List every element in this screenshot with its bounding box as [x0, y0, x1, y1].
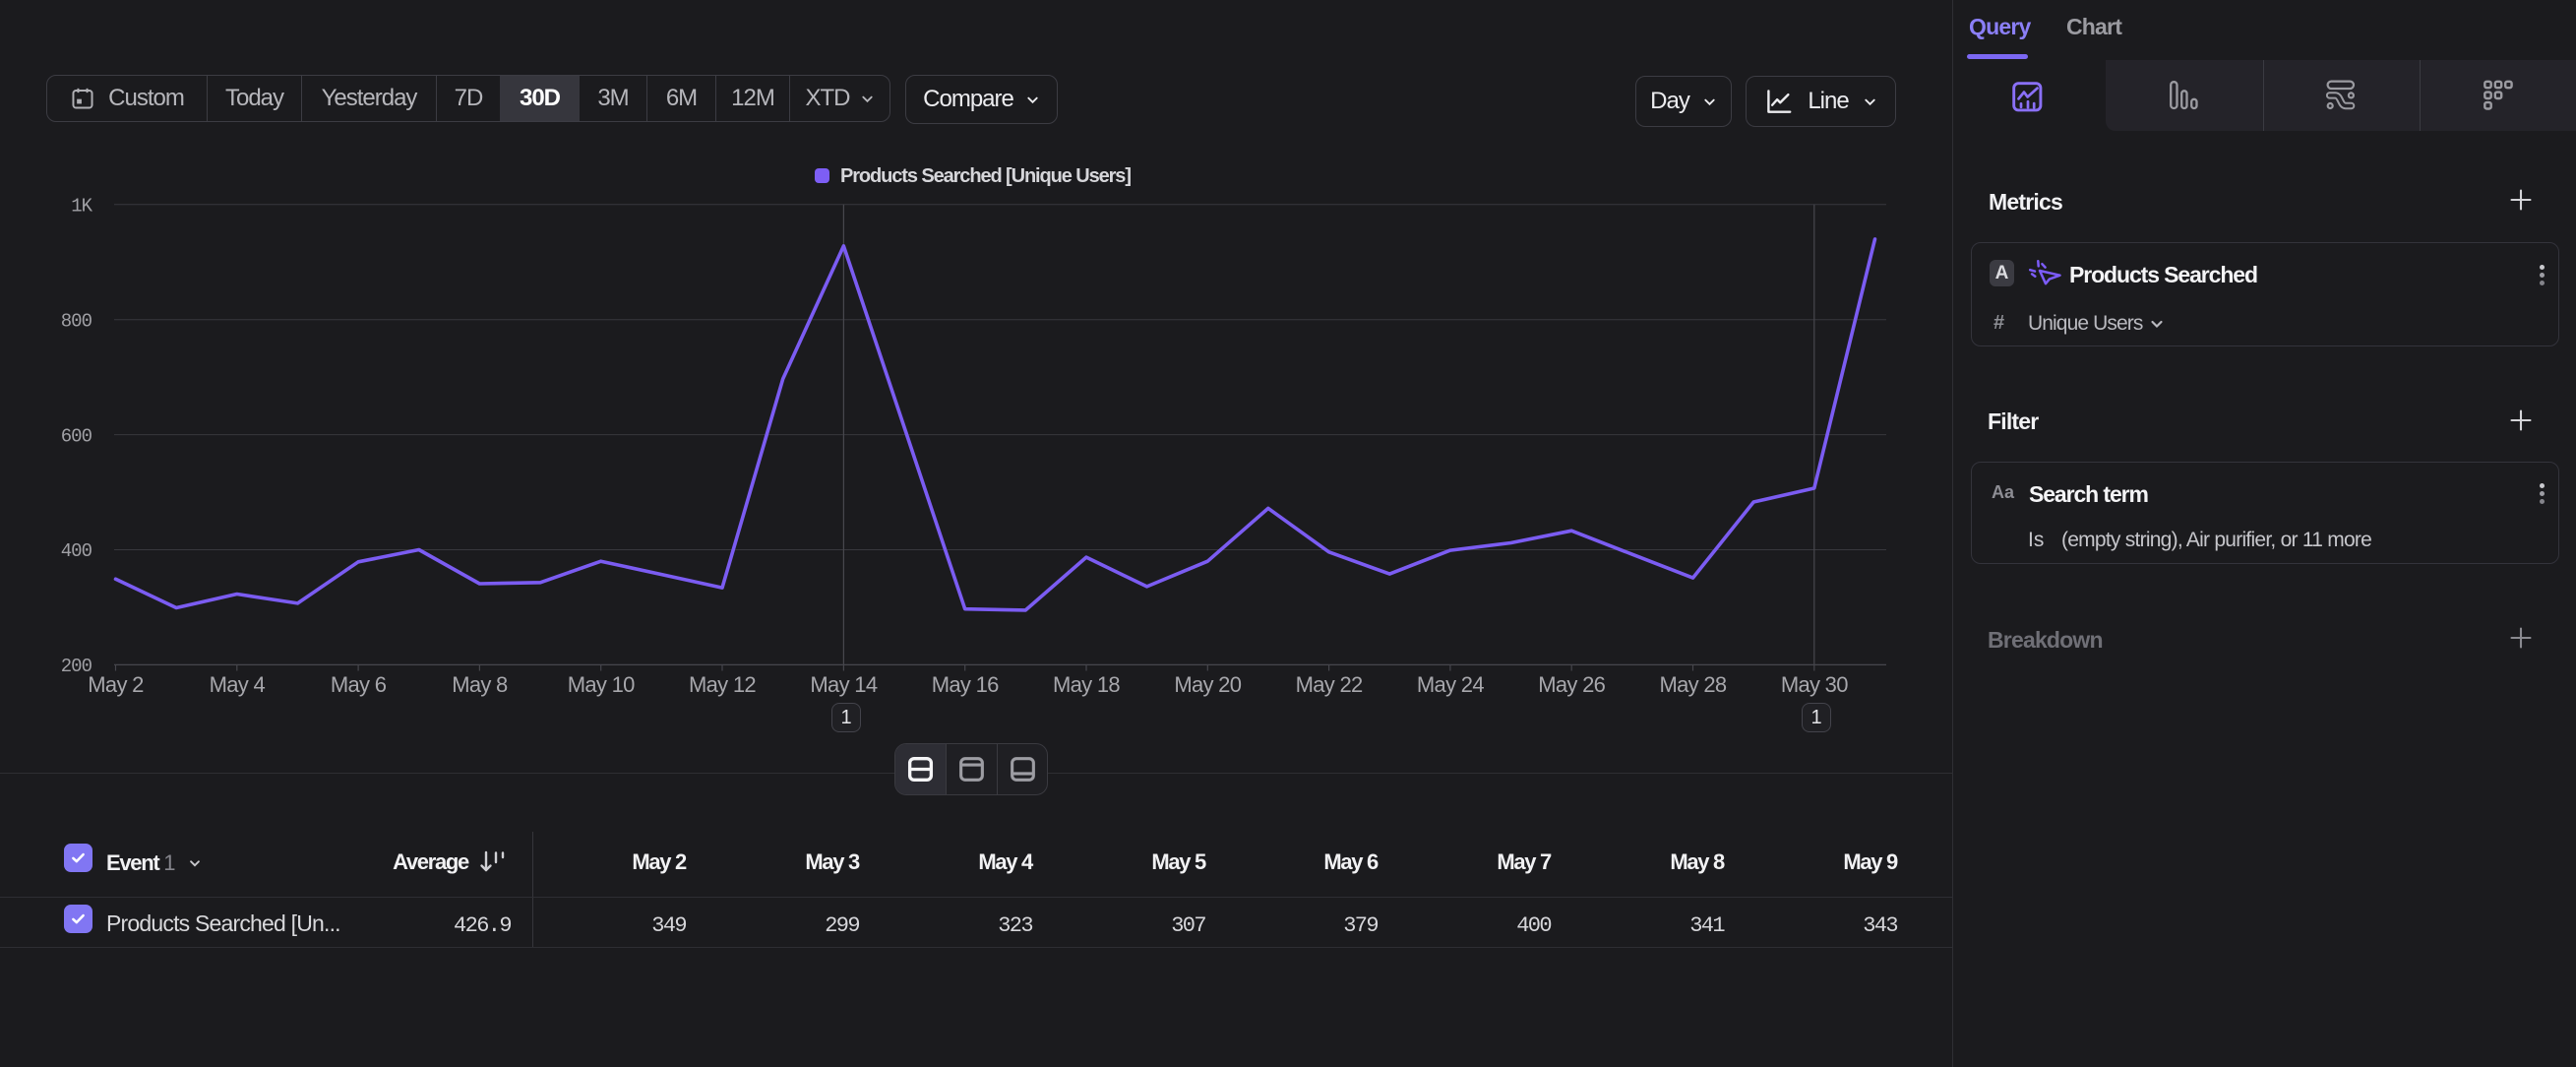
svg-text:800: 800: [61, 310, 92, 332]
svg-text:1K: 1K: [71, 196, 92, 218]
svg-text:May 12: May 12: [689, 672, 756, 697]
svg-text:May 20: May 20: [1174, 672, 1241, 697]
svg-text:600: 600: [61, 425, 92, 447]
svg-text:May 24: May 24: [1417, 672, 1484, 697]
svg-text:May 2: May 2: [88, 672, 144, 697]
svg-text:May 18: May 18: [1053, 672, 1120, 697]
svg-text:May 10: May 10: [568, 672, 635, 697]
svg-text:May 8: May 8: [452, 672, 508, 697]
svg-text:May 26: May 26: [1538, 672, 1605, 697]
svg-text:May 22: May 22: [1296, 672, 1363, 697]
svg-text:May 4: May 4: [210, 672, 266, 697]
svg-text:400: 400: [61, 540, 92, 562]
svg-text:May 28: May 28: [1660, 672, 1727, 697]
svg-text:May 6: May 6: [331, 672, 387, 697]
svg-text:May 16: May 16: [932, 672, 999, 697]
svg-text:May 30: May 30: [1781, 672, 1848, 697]
svg-text:May 14: May 14: [810, 672, 877, 697]
